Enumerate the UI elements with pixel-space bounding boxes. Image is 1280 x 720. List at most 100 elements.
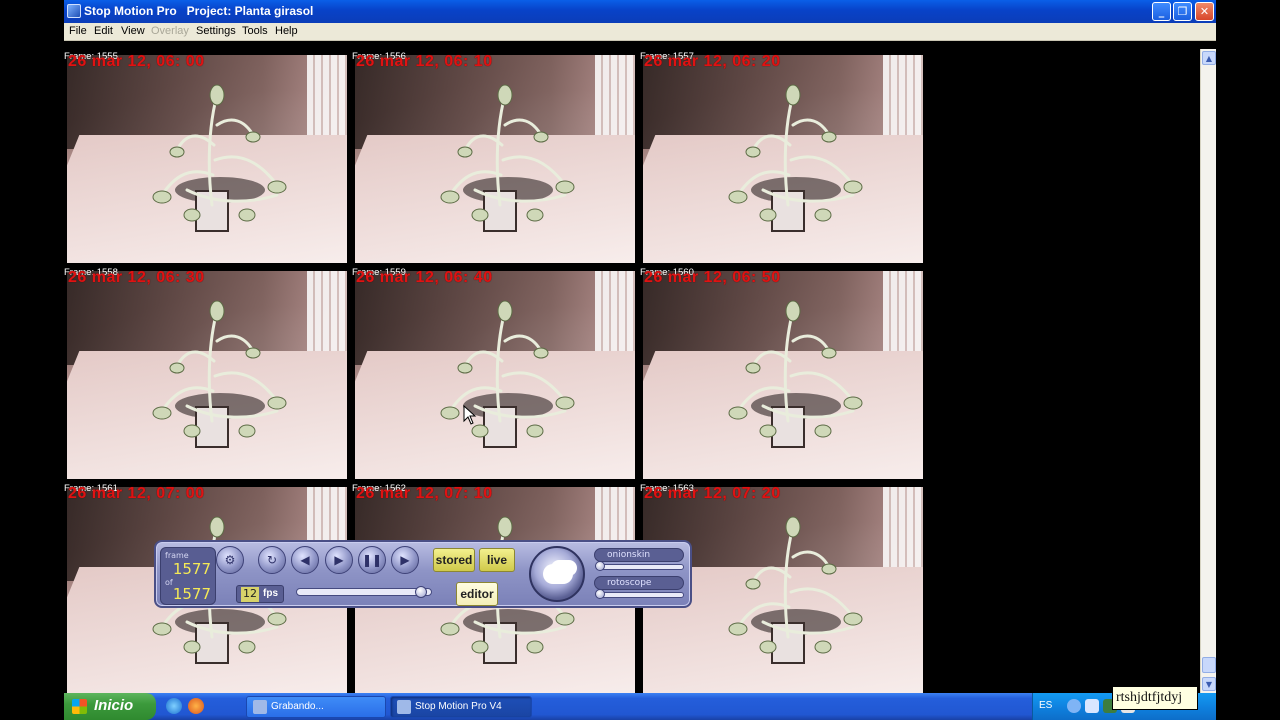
frame-image[interactable] — [643, 271, 923, 479]
editor-button[interactable]: editor — [456, 582, 498, 606]
frame-thumbnail[interactable]: Frame: 1556 26 mar 12, 06: 10 — [352, 41, 635, 263]
close-icon: ✕ — [1199, 5, 1210, 18]
taskbar-item-label: Stop Motion Pro V4 — [415, 701, 502, 712]
onionskin-slider-knob[interactable] — [595, 561, 605, 571]
onionskin-label: onionskin — [607, 550, 651, 560]
taskbar-item-stop-motion-pro[interactable]: Stop Motion Pro V4 — [390, 696, 532, 718]
internet-explorer-icon[interactable] — [166, 698, 182, 714]
recorder-icon — [253, 700, 267, 714]
playback-slider[interactable] — [296, 586, 432, 598]
pause-button[interactable]: ❚❚ — [358, 546, 386, 574]
restore-button[interactable]: ❐ — [1173, 2, 1192, 21]
rotoscope-slider-knob[interactable] — [595, 589, 605, 599]
settings-wheel-button[interactable]: ⚙ — [216, 546, 244, 574]
tooltip: rtshjdtfjtdyj — [1112, 686, 1198, 710]
current-frame-value: 1577 — [172, 560, 211, 578]
close-button[interactable]: ✕ — [1195, 2, 1214, 21]
step-forward-icon: ▶ — [400, 553, 410, 567]
onionskin-slider[interactable] — [595, 561, 684, 571]
frame-thumbnail[interactable]: Frame: 1558 26 mar 12, 06: 30 — [64, 257, 347, 479]
chevron-down-icon: ▼ — [1205, 679, 1213, 689]
minimize-button[interactable]: _ — [1152, 2, 1171, 21]
tray-back-icon[interactable] — [1067, 699, 1081, 713]
wrench-icon: ⚙ — [224, 553, 236, 567]
frame-counter-label: frame — [165, 551, 189, 560]
frame-thumbnail[interactable]: Frame: 1559 26 mar 12, 06: 40 — [352, 257, 635, 479]
timestamp-overlay: 26 mar 12, 06: 40 — [356, 269, 493, 286]
stop-motion-pro-icon — [397, 700, 411, 714]
plant-silhouette — [728, 84, 863, 222]
stored-button[interactable]: stored — [433, 548, 475, 572]
timestamp-overlay: 26 mar 12, 07: 10 — [356, 485, 493, 502]
fps-control[interactable]: 12 fps — [236, 585, 284, 603]
plant-silhouette — [152, 300, 287, 438]
scroll-thumb[interactable] — [1202, 657, 1216, 673]
menu-tools[interactable]: Tools — [242, 25, 268, 37]
minimize-icon: _ — [1158, 5, 1165, 18]
total-frames-value: 1577 — [172, 585, 211, 603]
frame-counter: frame 1577 of 1577 — [160, 547, 216, 605]
taskbar-item-recording[interactable]: Grabando... — [246, 696, 386, 718]
play-button[interactable]: ▶ — [325, 546, 353, 574]
timestamp-overlay: 26 mar 12, 06: 00 — [68, 53, 205, 70]
timestamp-overlay: 26 mar 12, 07: 20 — [644, 485, 781, 502]
window-title: Stop Motion Pro Project: Planta girasol — [84, 4, 314, 18]
onionskin-control[interactable]: onionskin — [594, 548, 684, 562]
plant-silhouette — [440, 300, 575, 438]
firefox-icon[interactable] — [188, 698, 204, 714]
playback-slider-knob[interactable] — [414, 586, 427, 598]
frame-thumbnail[interactable]: Frame: 1560 26 mar 12, 06: 50 — [640, 257, 923, 479]
scroll-down-button[interactable]: ▼ — [1202, 677, 1216, 691]
fps-value[interactable]: 12 — [241, 587, 259, 602]
menu-bar: File Edit View Overlay Settings Tools He… — [64, 23, 1216, 41]
title-bar[interactable]: Stop Motion Pro Project: Planta girasol … — [64, 0, 1216, 23]
start-label: Inicio — [94, 697, 134, 714]
frame-image[interactable] — [355, 271, 635, 479]
rotoscope-slider[interactable] — [595, 589, 684, 599]
menu-help[interactable]: Help — [275, 25, 298, 37]
plant-silhouette — [440, 84, 575, 222]
rotoscope-control[interactable]: rotoscope — [594, 576, 684, 590]
capture-button[interactable] — [529, 546, 585, 602]
loop-icon: ↻ — [266, 553, 278, 567]
menu-overlay[interactable]: Overlay — [151, 25, 189, 37]
fps-label: fps — [263, 588, 278, 599]
step-back-button[interactable]: ◀ — [291, 546, 319, 574]
menu-file[interactable]: File — [69, 25, 87, 37]
menu-settings[interactable]: Settings — [196, 25, 236, 37]
frame-image[interactable] — [67, 55, 347, 263]
frame-thumbnail[interactable]: Frame: 1555 26 mar 12, 06: 00 — [64, 41, 347, 263]
restore-icon: ❐ — [1177, 5, 1188, 18]
step-back-icon: ◀ — [300, 553, 310, 567]
start-button[interactable]: Inicio — [64, 693, 156, 720]
scroll-up-button[interactable]: ▲ — [1202, 51, 1216, 65]
timestamp-overlay: 26 mar 12, 07: 00 — [68, 485, 205, 502]
cloud-icon — [543, 564, 573, 584]
windows-logo-icon — [72, 699, 87, 714]
step-forward-button[interactable]: ▶ — [391, 546, 419, 574]
live-button[interactable]: live — [479, 548, 515, 572]
network-icon[interactable] — [1085, 699, 1099, 713]
timestamp-overlay: 26 mar 12, 06: 10 — [356, 53, 493, 70]
screen: Stop Motion Pro Project: Planta girasol … — [0, 0, 1280, 720]
language-indicator[interactable]: ES — [1039, 700, 1052, 711]
frame-image[interactable] — [643, 55, 923, 263]
frame-thumbnail[interactable]: Frame: 1557 26 mar 12, 06: 20 — [640, 41, 923, 263]
of-label: of — [165, 578, 173, 587]
playback-controller[interactable]: frame 1577 of 1577 ⚙ ↻ ◀ ▶ ❚❚ ▶ stored l… — [154, 540, 692, 608]
mouse-cursor-icon — [463, 405, 477, 425]
app-icon — [67, 4, 81, 18]
frame-image[interactable] — [67, 271, 347, 479]
vertical-scrollbar[interactable]: ▲ ▼ — [1200, 49, 1216, 693]
taskbar-item-label: Grabando... — [271, 701, 324, 712]
chevron-up-icon: ▲ — [1205, 53, 1213, 63]
timestamp-overlay: 26 mar 12, 06: 50 — [644, 269, 781, 286]
plant-silhouette — [152, 84, 287, 222]
frame-image[interactable] — [355, 55, 635, 263]
play-icon: ▶ — [334, 553, 344, 567]
rotoscope-label: rotoscope — [607, 578, 652, 588]
loop-button[interactable]: ↻ — [258, 546, 286, 574]
plant-silhouette — [728, 300, 863, 438]
menu-view[interactable]: View — [121, 25, 145, 37]
menu-edit[interactable]: Edit — [94, 25, 113, 37]
